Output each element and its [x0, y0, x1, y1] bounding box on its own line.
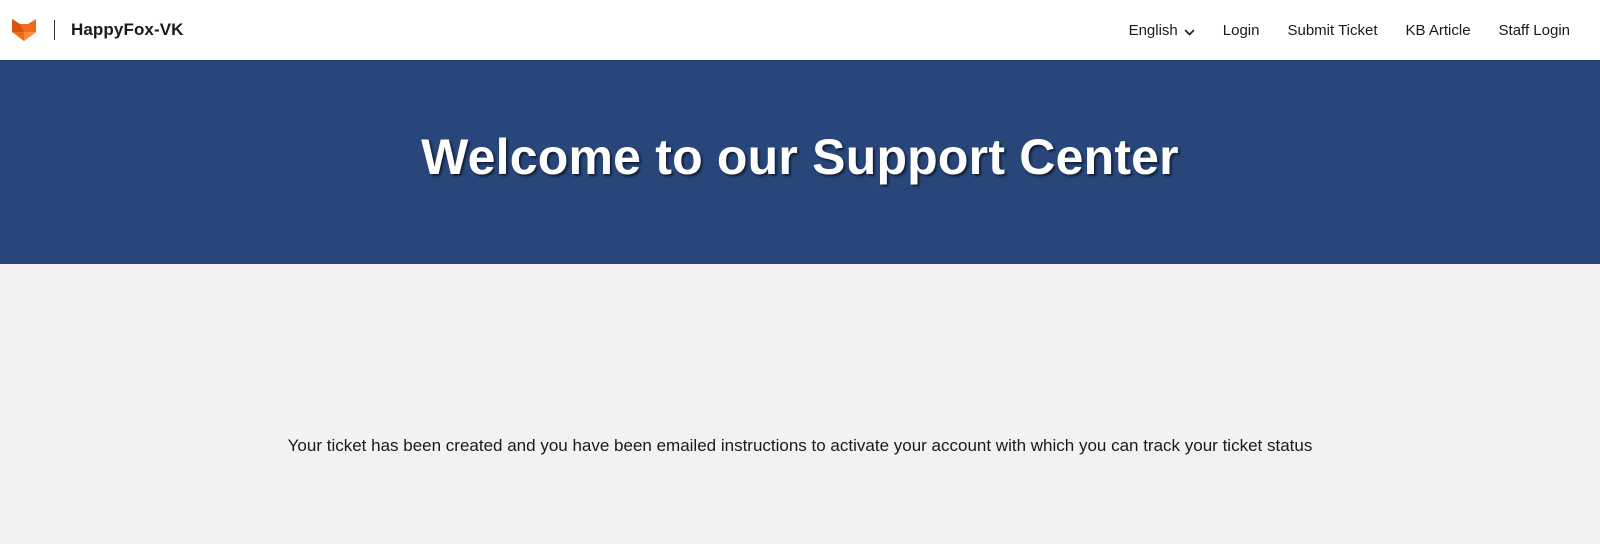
language-selected-label: English [1128, 21, 1178, 39]
brand-name[interactable]: HappyFox-VK [71, 20, 184, 40]
nav-login-link[interactable]: Login [1223, 22, 1260, 39]
main-nav: English Login Submit Ticket KB Article S… [1129, 0, 1600, 60]
fox-logo-icon[interactable] [10, 16, 38, 44]
ticket-created-message: Your ticket has been created and you hav… [287, 436, 1313, 455]
nav-submit-ticket-link[interactable]: Submit Ticket [1287, 22, 1377, 39]
nav-staff-login-link[interactable]: Staff Login [1499, 22, 1570, 39]
top-navigation-bar: HappyFox-VK English Login Submit Ticket … [0, 0, 1600, 61]
chevron-down-icon [1184, 25, 1195, 36]
brand[interactable]: HappyFox-VK [0, 0, 184, 60]
main-content: Your ticket has been created and you hav… [0, 264, 1600, 544]
nav-kb-article-link[interactable]: KB Article [1406, 22, 1471, 39]
hero-banner: Welcome to our Support Center [0, 61, 1600, 264]
fox-logo-svg [12, 19, 36, 41]
brand-divider [54, 20, 55, 40]
language-selector[interactable]: English [1129, 22, 1195, 39]
hero-title: Welcome to our Support Center [421, 128, 1179, 185]
